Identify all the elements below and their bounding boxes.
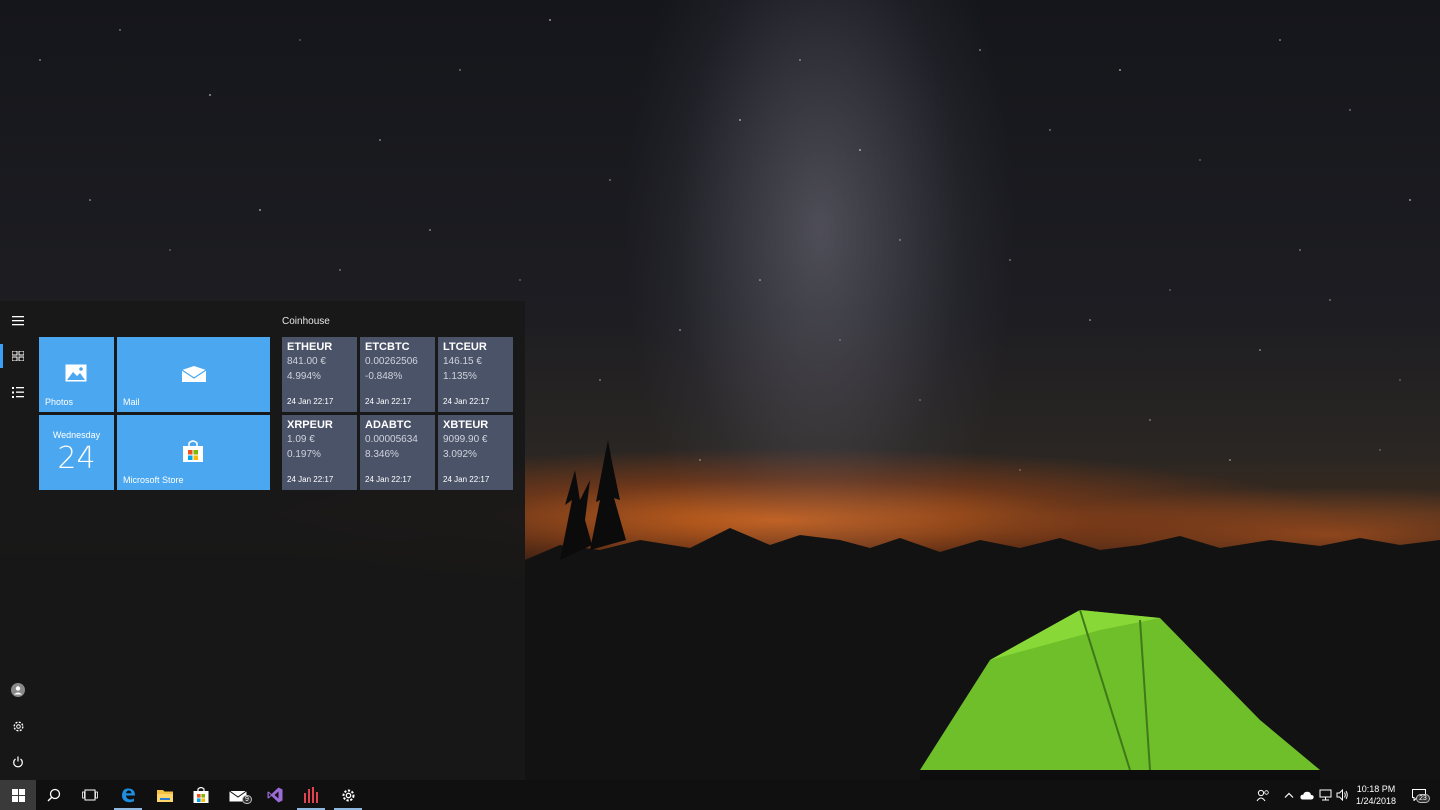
coin-change: 3.092% — [443, 449, 477, 460]
mail-tile[interactable]: Mail — [117, 337, 270, 412]
chevron-up-icon — [1284, 792, 1294, 798]
visual-studio-icon — [267, 787, 283, 803]
mail-unread-badge: 9 — [242, 795, 252, 804]
photos-tile[interactable]: Photos — [39, 337, 114, 412]
coin-change: 4.994% — [287, 371, 321, 382]
coin-pair: ETHEUR — [287, 341, 333, 353]
coin-change: 1.135% — [443, 371, 477, 382]
coin-timestamp: 24 Jan 22:17 — [365, 397, 412, 406]
onedrive-tray-button[interactable] — [1298, 780, 1316, 810]
settings-button[interactable] — [0, 708, 36, 744]
coin-tile-etcbtc[interactable]: ETCBTC 0.00262506 -0.848% 24 Jan 22:17 — [360, 337, 435, 412]
coin-tile-adabtc[interactable]: ADABTC 0.00005634 8.346% 24 Jan 22:17 — [360, 415, 435, 490]
file-explorer-icon — [157, 789, 173, 802]
action-center-button[interactable]: 23 — [1407, 780, 1431, 810]
edge-icon — [122, 788, 135, 803]
coin-timestamp: 24 Jan 22:17 — [287, 397, 334, 406]
green-tent — [920, 609, 1320, 780]
people-icon — [1256, 789, 1269, 801]
coin-tile-xbteur[interactable]: XBTEUR 9099.90 € 3.092% 24 Jan 22:17 — [438, 415, 513, 490]
expand-menu-button[interactable] — [0, 303, 36, 339]
mail-envelope-icon — [181, 365, 207, 383]
start-menu: Photos Mail Wednesday 24 Microsoft Store… — [0, 301, 525, 780]
coin-timestamp: 24 Jan 22:17 — [443, 475, 490, 484]
taskbar-clock[interactable]: 10:18 PM 1/24/2018 — [1350, 783, 1402, 807]
photos-icon — [65, 363, 87, 383]
list-icon — [12, 386, 24, 398]
user-avatar-icon — [11, 683, 25, 697]
coin-tile-ltceur[interactable]: LTCEUR 146.15 € 1.135% 24 Jan 22:17 — [438, 337, 513, 412]
network-tray-button[interactable] — [1316, 780, 1334, 810]
show-hidden-icons-button[interactable] — [1280, 780, 1298, 810]
mail-tile-label: Mail — [123, 397, 140, 407]
coin-change: 0.197% — [287, 449, 321, 460]
mail-taskbar-button[interactable]: 9 — [220, 780, 256, 810]
coin-price: 0.00005634 — [365, 434, 418, 445]
task-view-icon — [82, 789, 98, 801]
microsoft-store-tile[interactable]: Microsoft Store — [117, 415, 270, 490]
coin-pair: LTCEUR — [443, 341, 487, 353]
coin-tile-xrpeur[interactable]: XRPEUR 1.09 € 0.197% 24 Jan 22:17 — [282, 415, 357, 490]
coin-price: 841.00 € — [287, 356, 326, 367]
coin-pair: ETCBTC — [365, 341, 410, 353]
coin-change: 8.346% — [365, 449, 399, 460]
power-button[interactable] — [0, 744, 36, 780]
calendar-weekday: Wednesday — [52, 430, 101, 440]
settings-icon — [342, 789, 354, 801]
store-bag-icon — [182, 439, 204, 463]
start-rail — [0, 301, 36, 780]
search-icon — [47, 788, 61, 802]
people-button[interactable] — [1254, 780, 1272, 810]
coin-price: 0.00262506 — [365, 356, 418, 367]
user-account-button[interactable] — [0, 672, 36, 708]
store-tile-label: Microsoft Store — [123, 475, 184, 485]
tiles-icon — [12, 351, 24, 361]
file-explorer-taskbar-button[interactable] — [147, 780, 183, 810]
store-taskbar-button[interactable] — [183, 780, 219, 810]
coin-tile-etheur[interactable]: ETHEUR 841.00 € 4.994% 24 Jan 22:17 — [282, 337, 357, 412]
coin-timestamp: 24 Jan 22:17 — [287, 475, 334, 484]
coin-price: 9099.90 € — [443, 434, 488, 445]
all-apps-button[interactable] — [0, 374, 36, 410]
volume-tray-button[interactable] — [1333, 780, 1351, 810]
clock-date: 1/24/2018 — [1355, 796, 1397, 806]
coin-pair: XBTEUR — [443, 419, 489, 431]
start-button[interactable] — [0, 780, 36, 810]
notification-count-badge: 23 — [1416, 794, 1430, 803]
coin-timestamp: 24 Jan 22:17 — [365, 475, 412, 484]
clock-time: 10:18 PM — [1356, 784, 1396, 794]
calendar-date-number: 24 — [57, 441, 96, 476]
tile-group-title: Coinhouse — [282, 316, 330, 327]
coin-pair: ADABTC — [365, 419, 412, 431]
coin-pair: XRPEUR — [287, 419, 333, 431]
photos-tile-label: Photos — [45, 397, 74, 407]
task-view-button[interactable] — [72, 780, 108, 810]
edge-taskbar-button[interactable] — [110, 780, 146, 810]
onedrive-cloud-icon — [1300, 791, 1314, 799]
store-icon — [193, 787, 209, 803]
visual-studio-taskbar-button[interactable] — [257, 780, 293, 810]
coin-change: -0.848% — [365, 371, 403, 382]
pinned-tiles-button[interactable] — [0, 338, 36, 374]
calendar-tile[interactable]: Wednesday 24 — [39, 415, 114, 490]
speaker-icon — [1336, 789, 1348, 801]
taskbar: 9 10:18 PM 1/24/2018 23 — [0, 780, 1440, 810]
hamburger-icon — [12, 316, 24, 326]
coinhouse-icon — [304, 787, 318, 803]
gear-icon — [12, 720, 24, 732]
coin-price: 146.15 € — [443, 356, 482, 367]
network-icon — [1319, 789, 1331, 801]
windows-logo-icon — [11, 788, 25, 802]
coinhouse-taskbar-button[interactable] — [293, 780, 329, 810]
search-button[interactable] — [36, 780, 72, 810]
settings-taskbar-button[interactable] — [330, 780, 366, 810]
power-icon — [13, 756, 23, 768]
coin-price: 1.09 € — [287, 434, 315, 445]
coin-timestamp: 24 Jan 22:17 — [443, 397, 490, 406]
